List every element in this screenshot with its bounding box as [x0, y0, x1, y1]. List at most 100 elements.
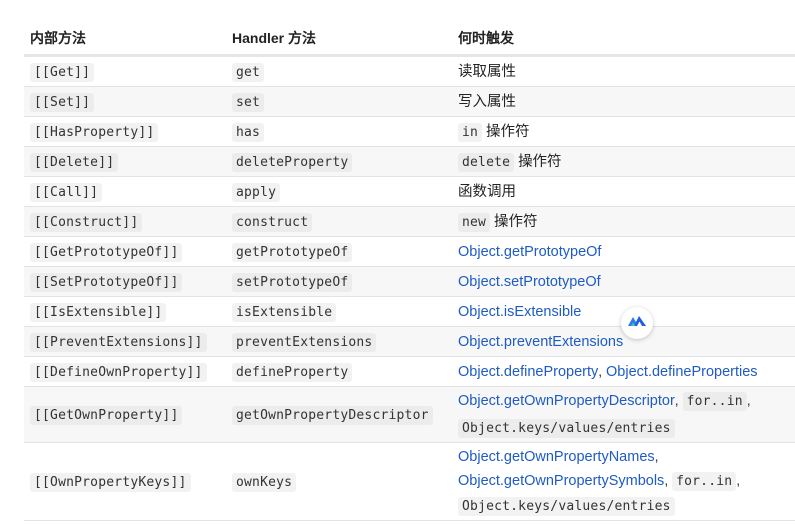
trigger-cell: Object.defineProperty, Object.defineProp… — [452, 356, 795, 387]
internal-method-cell: [[DefineOwnProperty]] — [24, 356, 226, 387]
trigger-link[interactable]: Object.defineProperty — [458, 364, 598, 380]
handler-cell: apply — [226, 176, 452, 207]
handler-cell: isExtensible — [226, 296, 452, 327]
trigger-code: for..in — [682, 392, 747, 412]
trigger-link[interactable]: Object.getPrototypeOf — [458, 244, 601, 260]
internal-method-cell: [[Get]] — [24, 55, 226, 87]
table-row: [[HasProperty]] has in 操作符 — [24, 116, 795, 147]
handler-cell: setPrototypeOf — [226, 266, 452, 297]
internal-method-code: [[Call]] — [30, 182, 103, 202]
trigger-text: 读取属性 — [458, 63, 516, 80]
internal-method-code: [[Get]] — [30, 62, 95, 82]
trigger-link-2[interactable]: Object.defineProperties — [606, 364, 758, 380]
internal-method-code: [[GetOwnProperty]] — [30, 405, 183, 425]
internal-method-code: [[SetPrototypeOf]] — [30, 272, 183, 292]
internal-method-code: [[DefineOwnProperty]] — [30, 362, 207, 382]
trigger-link[interactable]: Object.isExtensible — [458, 304, 581, 320]
table-row: [[OwnPropertyKeys]] ownKeys Object.getOw… — [24, 442, 795, 521]
header-internal-method: 内部方法 — [24, 22, 226, 57]
header-handler-method: Handler 方法 — [226, 22, 452, 57]
handler-code: getPrototypeOf — [232, 242, 353, 262]
comma-separator: , — [598, 362, 603, 379]
trigger-cell: new 操作符 — [452, 206, 795, 237]
handler-code: ownKeys — [232, 472, 297, 492]
internal-method-cell: [[Set]] — [24, 86, 226, 117]
internal-method-cell: [[PreventExtensions]] — [24, 326, 226, 357]
table-row: [[Set]] set 写入属性 — [24, 86, 795, 117]
handler-code: getOwnPropertyDescriptor — [232, 405, 433, 425]
internal-method-code: [[Set]] — [30, 92, 95, 112]
translate-logo-icon — [627, 314, 647, 333]
trigger-cell: 函数调用 — [452, 176, 795, 207]
internal-method-cell: [[Delete]] — [24, 146, 226, 177]
trigger-text: 操作符 — [485, 123, 530, 140]
table-row: [[PreventExtensions]] preventExtensions … — [24, 326, 795, 357]
trigger-code-2: Object.keys/values/entries — [458, 418, 675, 438]
trigger-link[interactable]: Object.getOwnPropertyDescriptor — [458, 393, 675, 409]
table-header-row: 内部方法 Handler 方法 何时触发 — [24, 22, 795, 57]
table-row: [[GetPrototypeOf]] getPrototypeOf Object… — [24, 236, 795, 267]
handler-code: deleteProperty — [232, 152, 353, 172]
table-row: [[Delete]] deleteProperty delete 操作符 — [24, 146, 795, 177]
trigger-cell: Object.setPrototypeOf — [452, 266, 795, 297]
table-header: 内部方法 Handler 方法 何时触发 — [24, 22, 795, 57]
handler-code: setPrototypeOf — [232, 272, 353, 292]
handler-cell: construct — [226, 206, 452, 237]
internal-method-cell: [[GetOwnProperty]] — [24, 386, 226, 443]
handler-code: has — [232, 122, 265, 142]
internal-method-cell: [[GetPrototypeOf]] — [24, 236, 226, 267]
handler-cell: get — [226, 55, 452, 87]
handler-cell: preventExtensions — [226, 326, 452, 357]
trigger-link[interactable]: Object.setPrototypeOf — [458, 274, 601, 290]
handler-cell: deleteProperty — [226, 146, 452, 177]
internal-method-code: [[GetPrototypeOf]] — [30, 242, 183, 262]
handler-code: defineProperty — [232, 362, 353, 382]
internal-method-cell: [[Call]] — [24, 176, 226, 207]
proxy-traps-table-container: 内部方法 Handler 方法 何时触发 [[Get]] get 读取属性 [[… — [24, 22, 795, 521]
translate-floating-button[interactable] — [621, 307, 653, 339]
trigger-cell: Object.getOwnPropertyNames, Object.getOwn… — [452, 442, 795, 521]
handler-cell: set — [226, 86, 452, 117]
table-row: [[Construct]] construct new 操作符 — [24, 206, 795, 237]
internal-method-code: [[HasProperty]] — [30, 122, 159, 142]
table-body: [[Get]] get 读取属性 [[Set]] set 写入属性 [[HasP… — [24, 55, 795, 521]
handler-cell: getOwnPropertyDescriptor — [226, 386, 452, 443]
trigger-link-2[interactable]: Object.getOwnPropertySymbols — [458, 473, 664, 489]
table-row: [[GetOwnProperty]] getOwnPropertyDescrip… — [24, 386, 795, 443]
header-trigger: 何时触发 — [452, 22, 795, 57]
comma-separator: , — [674, 392, 679, 409]
handler-cell: ownKeys — [226, 442, 452, 521]
trigger-cell: 写入属性 — [452, 86, 795, 117]
trigger-code: in — [458, 122, 483, 142]
trigger-code: for..in — [672, 472, 737, 492]
internal-method-cell: [[HasProperty]] — [24, 116, 226, 147]
handler-code: set — [232, 92, 265, 112]
handler-code: construct — [232, 212, 313, 232]
internal-method-code: [[Construct]] — [30, 212, 143, 232]
handler-code: apply — [232, 182, 281, 202]
trigger-cell: 读取属性 — [452, 55, 795, 87]
handler-code: isExtensible — [232, 302, 337, 322]
handler-cell: getPrototypeOf — [226, 236, 452, 267]
trigger-link[interactable]: Object.getOwnPropertyNames — [458, 449, 655, 465]
proxy-traps-table: 内部方法 Handler 方法 何时触发 [[Get]] get 读取属性 [[… — [24, 22, 795, 521]
trigger-text: 操作符 — [493, 213, 538, 230]
handler-cell: defineProperty — [226, 356, 452, 387]
internal-method-code: [[OwnPropertyKeys]] — [30, 472, 191, 492]
trigger-link[interactable]: Object.preventExtensions — [458, 334, 623, 350]
handler-code: preventExtensions — [232, 332, 377, 352]
trigger-code: delete — [458, 152, 515, 172]
trigger-cell: Object.getPrototypeOf — [452, 236, 795, 267]
trigger-text: 函数调用 — [458, 183, 516, 200]
trigger-cell: in 操作符 — [452, 116, 795, 147]
trigger-text: 操作符 — [518, 153, 562, 170]
internal-method-cell: [[SetPrototypeOf]] — [24, 266, 226, 297]
comma-separator: , — [664, 472, 669, 489]
trigger-text: 写入属性 — [458, 93, 516, 110]
comma-separator: , — [654, 447, 659, 464]
internal-method-code: [[PreventExtensions]] — [30, 332, 207, 352]
comma-separator: , — [736, 472, 741, 489]
comma-separator: , — [746, 392, 751, 409]
trigger-code-2: Object.keys/values/entries — [458, 497, 675, 517]
internal-method-cell: [[Construct]] — [24, 206, 226, 237]
